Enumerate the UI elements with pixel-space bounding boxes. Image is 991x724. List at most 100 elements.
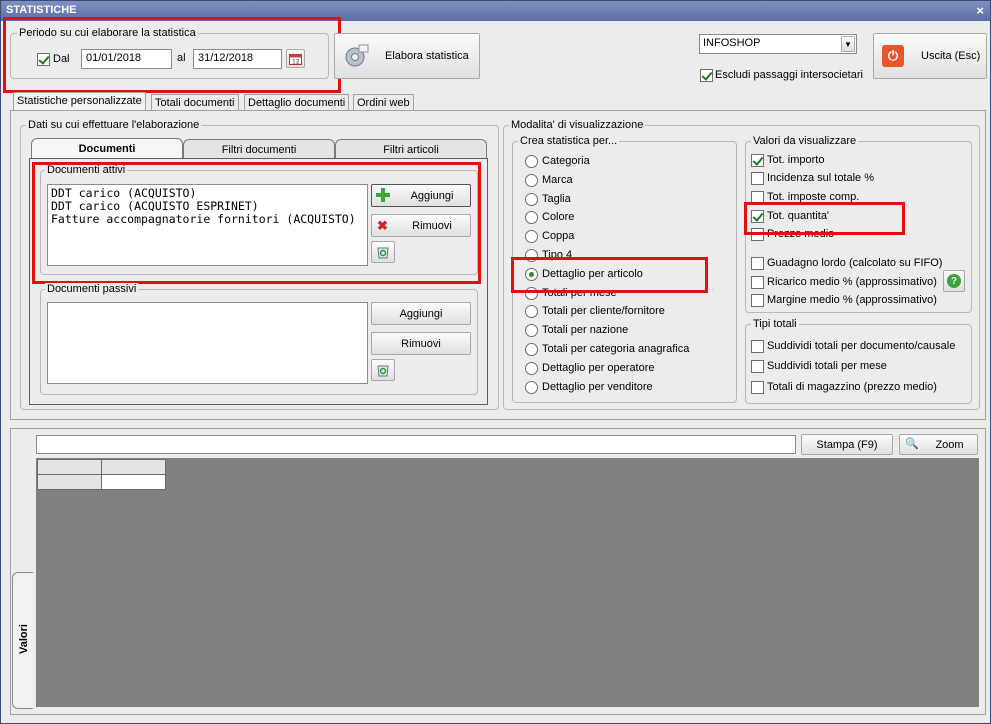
value-checkbox[interactable] (751, 276, 764, 289)
total-checkbox[interactable] (751, 340, 764, 353)
view-mode-title: Modalita' di visualizzazione (509, 119, 646, 131)
value-checkbox[interactable] (751, 210, 764, 223)
grid-row-header-cell (37, 474, 102, 490)
radio-label: Marca (542, 173, 573, 186)
value-label: Prezzo medio (767, 228, 835, 240)
subtab-filtri-articoli[interactable]: Filtri articoli (335, 139, 487, 159)
exclude-intercompany-label: Escludi passaggi intersocietari (715, 69, 863, 81)
radio-label: Tipo 4 (542, 249, 573, 261)
exit-label: Uscita (Esc) (921, 50, 981, 62)
radio-totali-per-mese[interactable] (525, 286, 538, 300)
value-checkbox[interactable] (751, 154, 764, 167)
exit-button[interactable]: ⏻ Uscita (Esc) (873, 33, 987, 79)
active-remove-label: Rimuovi (412, 219, 452, 232)
radio-dettaglio-per-articolo[interactable] (525, 267, 538, 281)
radio-categoria[interactable] (525, 155, 538, 168)
list-item[interactable]: Fatture accompagnatorie fornitori (ACQUI… (51, 213, 364, 226)
plus-icon (376, 188, 390, 202)
data-group-title: Dati su cui effettuare l'elaborazione (26, 119, 202, 131)
radio-taglia[interactable] (525, 192, 538, 206)
svg-text:12: 12 (292, 58, 300, 65)
total-checkbox[interactable] (751, 381, 764, 394)
side-tab-valori[interactable]: Valori (12, 572, 33, 709)
recycle-icon (377, 365, 389, 377)
total-checkbox[interactable] (751, 360, 764, 373)
dal-label: Dal (53, 53, 70, 65)
recycle-icon (377, 247, 389, 259)
help-button[interactable]: ? (943, 270, 965, 292)
radio-label: Totali per cliente/fornitore (542, 305, 665, 318)
value-label: Margine medio % (approssimativo) (767, 294, 937, 306)
elabora-label: Elabora statistica (385, 50, 469, 62)
value-checkbox[interactable] (751, 191, 764, 204)
exclude-intercompany-checkbox[interactable] (700, 69, 713, 82)
tab-ordini-web[interactable]: Ordini web (353, 94, 414, 111)
grid-table (37, 459, 166, 490)
dal-checkbox[interactable] (37, 53, 50, 66)
company-select[interactable]: INFOSHOP (699, 34, 857, 54)
radio-label: Dettaglio per operatore (542, 361, 655, 374)
value-checkbox[interactable] (751, 257, 764, 270)
active-remove-button[interactable]: ✖ Rimuovi (371, 214, 471, 237)
value-label: Tot. imposte comp. (767, 191, 860, 203)
grid-cell[interactable] (101, 474, 166, 490)
company-select-value: INFOSHOP (703, 37, 761, 49)
radio-label: Categoria (542, 155, 590, 167)
active-docs-list[interactable]: DDT carico (ACQUISTO) DDT carico (ACQUIS… (47, 184, 368, 266)
passive-remove-button[interactable]: Rimuovi (371, 332, 471, 355)
active-add-button[interactable]: Aggiungi (371, 184, 471, 207)
zoom-label: Zoom (935, 438, 964, 451)
value-label: Tot. quantita' (767, 210, 830, 222)
value-label: Guadagno lordo (calcolato su FIFO) (767, 257, 943, 269)
active-add-label: Aggiungi (410, 189, 454, 202)
radio-label: Coppa (542, 230, 575, 243)
calendar-icon[interactable]: 12 (286, 49, 305, 68)
value-label: Ricarico medio % (approssimativo) (767, 276, 937, 288)
radio-label: Colore (542, 211, 575, 224)
value-label: Incidenza sul totale % (767, 172, 875, 184)
print-button[interactable]: Stampa (F9) (801, 434, 893, 455)
zoom-icon: 🔍 (905, 438, 919, 450)
radio-dettaglio-per-operatore[interactable] (525, 361, 538, 375)
elabora-button[interactable]: Elabora statistica (334, 33, 480, 79)
radio-dettaglio-per-venditore[interactable] (525, 380, 538, 394)
value-checkbox[interactable] (751, 228, 764, 241)
x-icon: ✖ (377, 218, 388, 233)
subtab-filtri-documenti[interactable]: Filtri documenti (183, 139, 335, 159)
radio-label: Totali per nazione (542, 324, 629, 337)
passive-docs-list[interactable] (47, 302, 368, 384)
results-grid[interactable] (36, 458, 979, 707)
radio-marca[interactable] (525, 173, 538, 187)
radio-label: Dettaglio per articolo (542, 267, 643, 280)
date-to-field[interactable]: 31/12/2018 (193, 49, 282, 69)
active-clear-button[interactable] (371, 241, 395, 263)
subtab-documenti[interactable]: Documenti (31, 138, 183, 159)
help-icon: ? (947, 274, 961, 288)
statistics-window: STATISTICHE × Periodo su cui elaborare l… (0, 0, 991, 724)
radio-label: Dettaglio per venditore (542, 380, 653, 393)
values-title: Valori da visualizzare (751, 135, 859, 147)
radio-tipo-4[interactable] (525, 249, 538, 262)
date-from-field[interactable]: 01/01/2018 (81, 49, 172, 69)
al-label: al (177, 52, 186, 64)
passive-add-button[interactable]: Aggiungi (371, 302, 471, 325)
close-icon[interactable]: × (976, 3, 984, 18)
radio-totali-per-categoria-anagrafica[interactable] (525, 343, 538, 356)
radio-label: Totali per mese (542, 286, 617, 299)
tab-statistiche-personalizzate[interactable]: Statistiche personalizzate (13, 92, 146, 111)
power-icon: ⏻ (882, 45, 904, 67)
passive-docs-title: Documenti passivi (45, 283, 139, 295)
totals-title: Tipi totali (751, 318, 799, 330)
active-docs-title: Documenti attivi (45, 164, 128, 176)
chevron-down-icon[interactable]: ▼ (841, 36, 855, 52)
zoom-button[interactable]: 🔍 Zoom (899, 434, 978, 455)
total-label: Suddividi totali per documento/causale (767, 340, 956, 352)
value-checkbox[interactable] (751, 294, 764, 307)
radio-label: Totali per categoria anagrafica (542, 343, 690, 355)
tab-totali-documenti[interactable]: Totali documenti (151, 94, 239, 111)
value-checkbox[interactable] (751, 172, 764, 185)
title-bar: STATISTICHE × (1, 1, 990, 21)
passive-clear-button[interactable] (371, 359, 395, 381)
results-filter-field[interactable] (36, 435, 796, 454)
tab-dettaglio-documenti[interactable]: Dettaglio documenti (244, 94, 350, 111)
